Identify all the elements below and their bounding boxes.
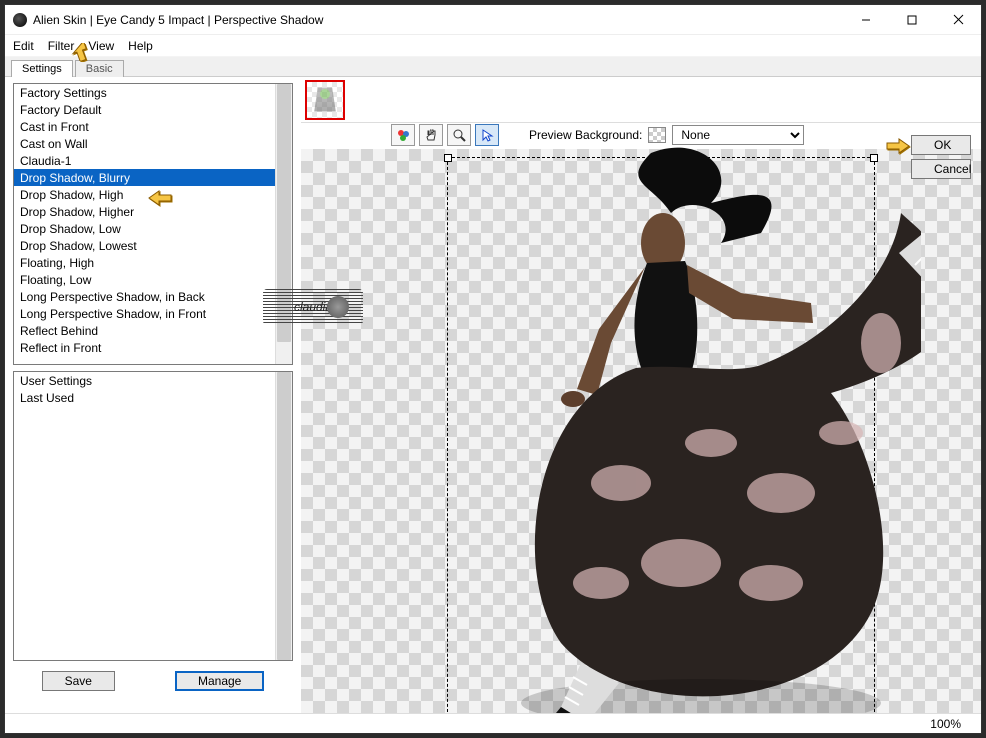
menu-help[interactable]: Help	[128, 39, 153, 53]
menu-bar: Edit Filter View Help	[5, 35, 981, 57]
hint-pointer-icon	[67, 43, 93, 61]
list-item[interactable]: Factory Default	[14, 101, 275, 118]
app-icon	[13, 13, 27, 27]
list-item[interactable]: Drop Shadow, High	[14, 186, 275, 203]
factory-settings-list[interactable]: Factory SettingsFactory DefaultCast in F…	[13, 83, 293, 365]
list-item[interactable]: Long Perspective Shadow, in Front	[14, 305, 275, 322]
watermark: claudia	[263, 289, 363, 325]
hint-pointer-icon	[885, 137, 911, 155]
list-item[interactable]: Last Used	[14, 389, 275, 406]
list-item[interactable]: Cast on Wall	[14, 135, 275, 152]
zoom-level: 100%	[930, 717, 961, 731]
list-header: Factory Settings	[14, 84, 275, 101]
preview-canvas[interactable]	[301, 149, 981, 713]
list-item[interactable]: Floating, High	[14, 254, 275, 271]
tab-bar: Settings Basic	[5, 57, 981, 77]
tab-basic[interactable]: Basic	[75, 60, 124, 77]
window-title: Alien Skin | Eye Candy 5 Impact | Perspe…	[33, 13, 843, 27]
user-settings-list[interactable]: User SettingsLast Used	[13, 371, 293, 661]
list-item[interactable]: Cast in Front	[14, 118, 275, 135]
preview-bg-label: Preview Background:	[529, 128, 642, 142]
cancel-button[interactable]: Cancel	[911, 159, 971, 179]
preview-image	[401, 143, 921, 713]
save-button[interactable]: Save	[42, 671, 115, 691]
list-item[interactable]: Drop Shadow, Low	[14, 220, 275, 237]
close-button[interactable]	[935, 5, 981, 35]
status-bar: 100%	[5, 713, 981, 733]
hint-pointer-icon	[147, 189, 173, 207]
list-item[interactable]: Long Perspective Shadow, in Back	[14, 288, 275, 305]
tab-settings[interactable]: Settings	[11, 60, 73, 77]
list-item[interactable]: Claudia-1	[14, 152, 275, 169]
maximize-button[interactable]	[889, 5, 935, 35]
title-bar: Alien Skin | Eye Candy 5 Impact | Perspe…	[5, 5, 981, 35]
scrollbar[interactable]	[275, 372, 292, 660]
thumbnail-strip	[301, 77, 981, 123]
minimize-button[interactable]	[843, 5, 889, 35]
preview-bg-select[interactable]: None	[672, 125, 804, 145]
list-item[interactable]: Drop Shadow, Higher	[14, 203, 275, 220]
list-item[interactable]: Drop Shadow, Lowest	[14, 237, 275, 254]
list-item[interactable]: Reflect in Front	[14, 339, 275, 356]
preview-thumbnail[interactable]	[305, 80, 345, 120]
menu-edit[interactable]: Edit	[13, 39, 34, 53]
list-header: User Settings	[14, 372, 275, 389]
list-item[interactable]: Floating, Low	[14, 271, 275, 288]
list-item[interactable]: Reflect Behind	[14, 322, 275, 339]
manage-button[interactable]: Manage	[175, 671, 264, 691]
list-item[interactable]: Drop Shadow, Blurry	[14, 169, 275, 186]
ok-button[interactable]: OK	[911, 135, 971, 155]
settings-panel: Factory SettingsFactory DefaultCast in F…	[5, 77, 301, 713]
bg-swatch-icon	[648, 127, 666, 143]
